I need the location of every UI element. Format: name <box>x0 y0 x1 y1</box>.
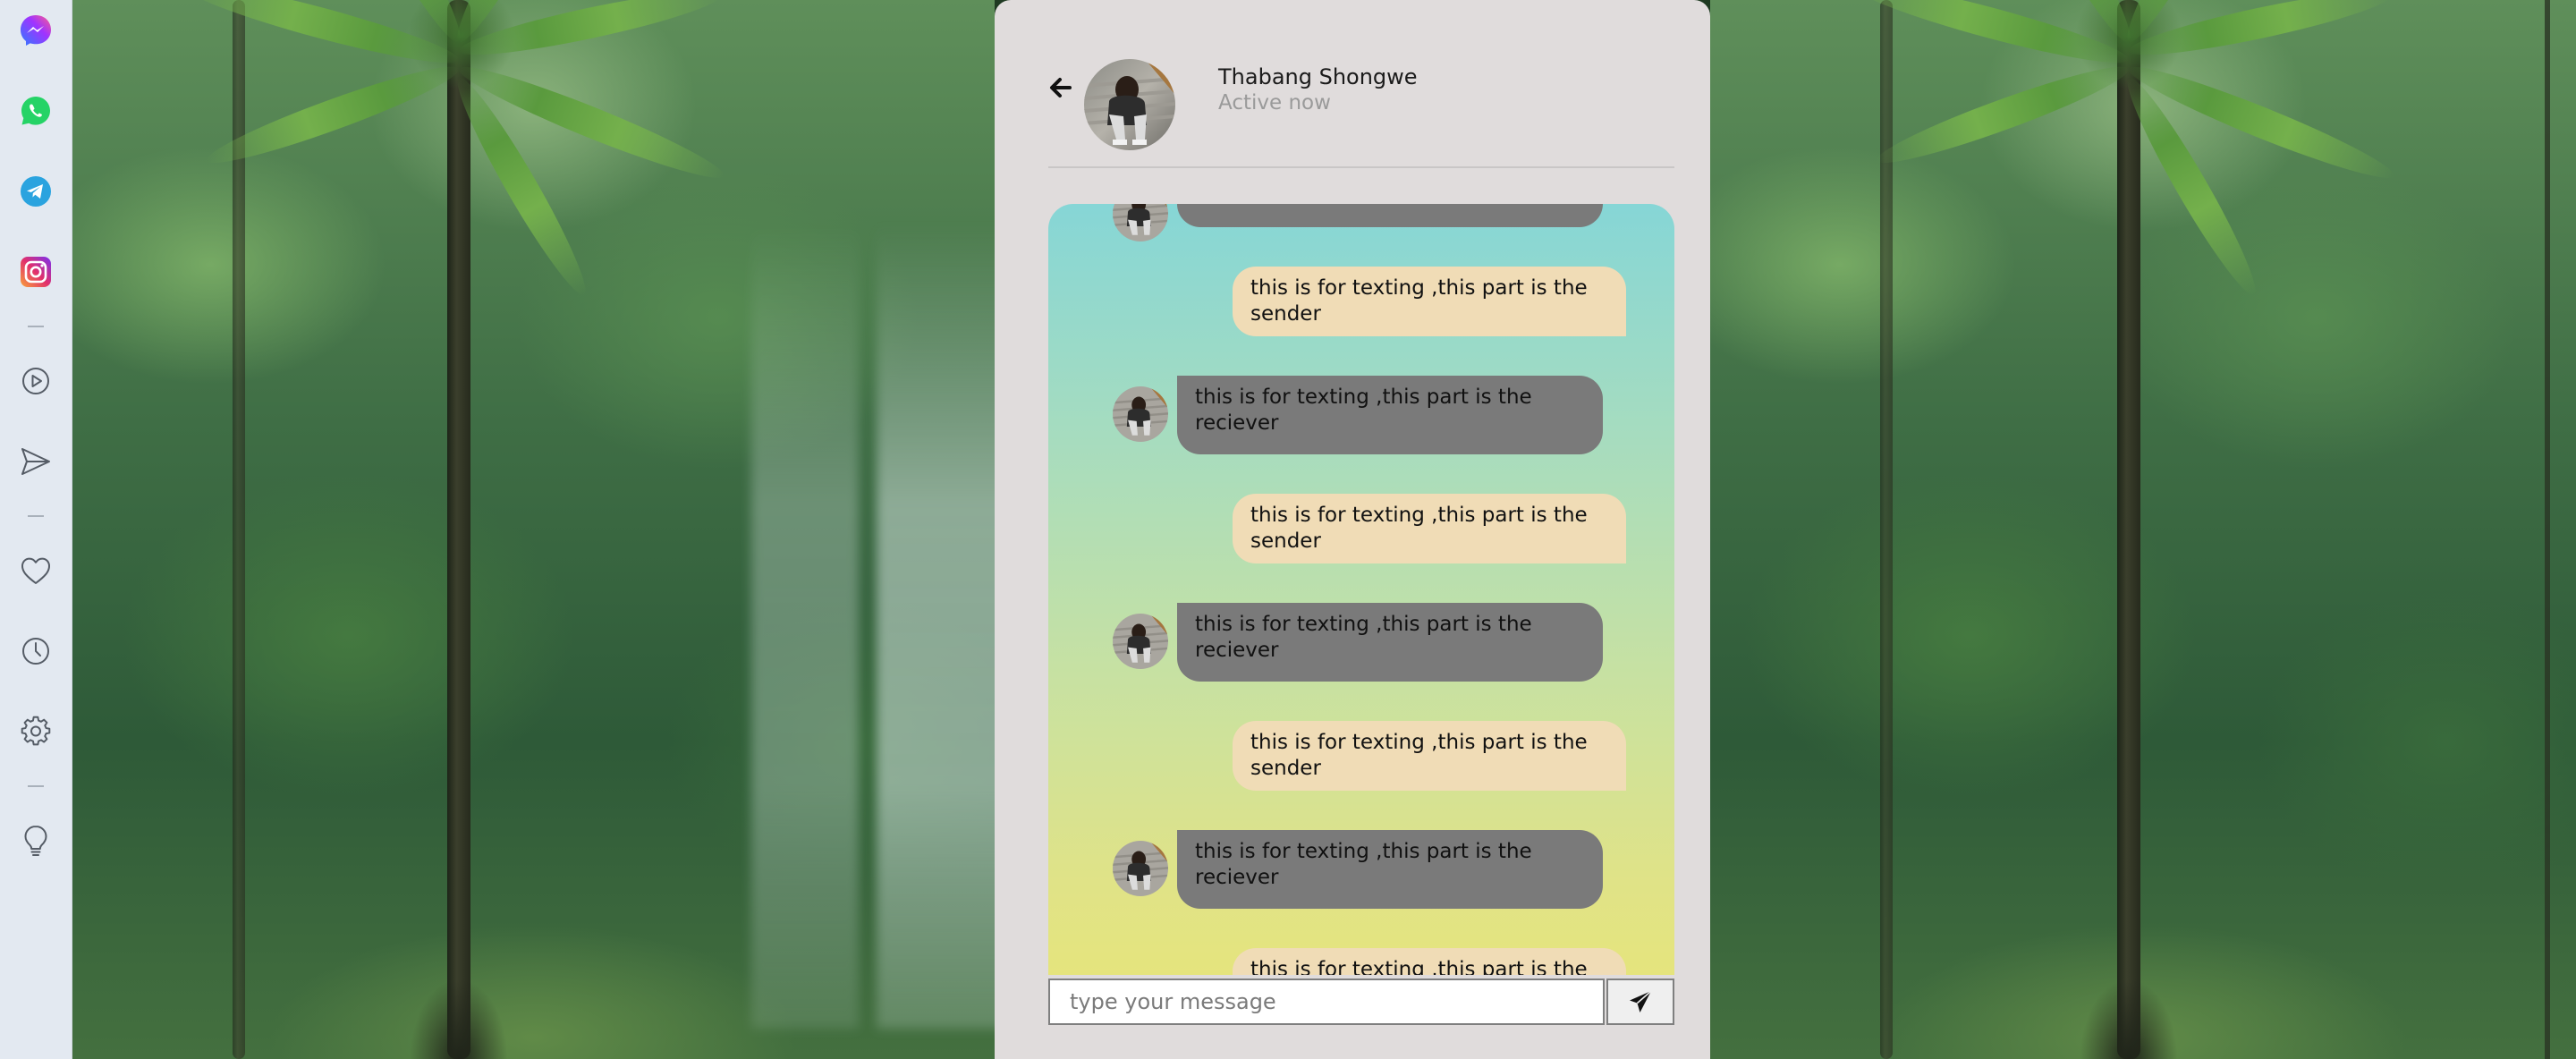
palm-trunk <box>447 0 470 1059</box>
desktop: Thabang Shongwe Active now this is for t… <box>0 0 2576 1059</box>
sidebar-item-messenger[interactable] <box>18 13 54 48</box>
messenger-icon <box>21 15 51 46</box>
sender-photo <box>1113 386 1168 442</box>
whatsapp-icon <box>21 97 50 125</box>
message-avatar <box>1113 614 1168 669</box>
sidebar-item-telegram[interactable] <box>18 174 54 209</box>
message-sent: this is for texting ,this part is the se… <box>1233 494 1626 563</box>
message-sent: this is for texting ,this part is the se… <box>1233 948 1626 975</box>
header-divider <box>1048 166 1674 168</box>
heart-icon <box>21 557 50 584</box>
lightbulb-icon <box>24 826 47 856</box>
sidebar-item-history[interactable] <box>18 633 54 669</box>
message-received <box>1177 204 1603 227</box>
contact-photo <box>1084 59 1175 150</box>
message-avatar <box>1113 204 1168 241</box>
sidebar-item-tips[interactable] <box>18 823 54 859</box>
instagram-icon <box>21 257 51 287</box>
back-button[interactable] <box>1045 72 1077 104</box>
sender-photo <box>1113 614 1168 669</box>
sidebar-item-play[interactable] <box>18 363 54 399</box>
sender-photo <box>1113 204 1168 241</box>
message-avatar <box>1113 841 1168 896</box>
sidebar-item-favorites[interactable] <box>18 553 54 589</box>
palm-root <box>410 979 508 1059</box>
panel-edge <box>2545 0 2550 1059</box>
palm-trunk <box>2117 0 2140 1059</box>
sidebar-item-settings[interactable] <box>18 714 54 750</box>
send-icon <box>21 448 50 475</box>
sidebar <box>0 0 72 1059</box>
message-sent: this is for texting ,this part is the se… <box>1233 721 1626 791</box>
forest-panel-right <box>1710 0 2576 1059</box>
sidebar-separator <box>28 515 44 517</box>
message-list[interactable]: this is for texting ,this part is the se… <box>1048 204 1674 975</box>
send-button[interactable] <box>1606 979 1674 1025</box>
message-avatar <box>1113 386 1168 442</box>
message-received: this is for texting ,this part is the re… <box>1177 603 1603 682</box>
message-received: this is for texting ,this part is the re… <box>1177 376 1603 454</box>
contact-avatar[interactable] <box>1084 59 1175 150</box>
gear-icon <box>21 716 51 746</box>
message-received: this is for texting ,this part is the re… <box>1177 830 1603 909</box>
waterfall-mist <box>751 224 859 1029</box>
forest-panel-left <box>72 0 995 1059</box>
telegram-icon <box>21 176 51 207</box>
waterfall-mist <box>877 224 995 1029</box>
sender-photo <box>1113 841 1168 896</box>
sidebar-separator <box>28 326 44 327</box>
chat-window: Thabang Shongwe Active now this is for t… <box>995 0 1710 1059</box>
arrow-left-icon <box>1050 78 1072 97</box>
contact-name: Thabang Shongwe <box>1218 64 1418 89</box>
message-sent: this is for texting ,this part is the se… <box>1233 267 1626 336</box>
sidebar-item-instagram[interactable] <box>18 254 54 290</box>
paper-plane-icon <box>1630 990 1652 1012</box>
sidebar-item-whatsapp[interactable] <box>18 93 54 129</box>
sidebar-item-send[interactable] <box>18 444 54 479</box>
palm-frond <box>1871 55 2134 175</box>
contact-status: Active now <box>1218 91 1331 114</box>
palm-root <box>2080 979 2178 1059</box>
play-circle-icon <box>22 368 49 394</box>
message-input[interactable] <box>1048 979 1605 1025</box>
clock-icon <box>22 638 49 665</box>
sidebar-separator <box>28 785 44 787</box>
